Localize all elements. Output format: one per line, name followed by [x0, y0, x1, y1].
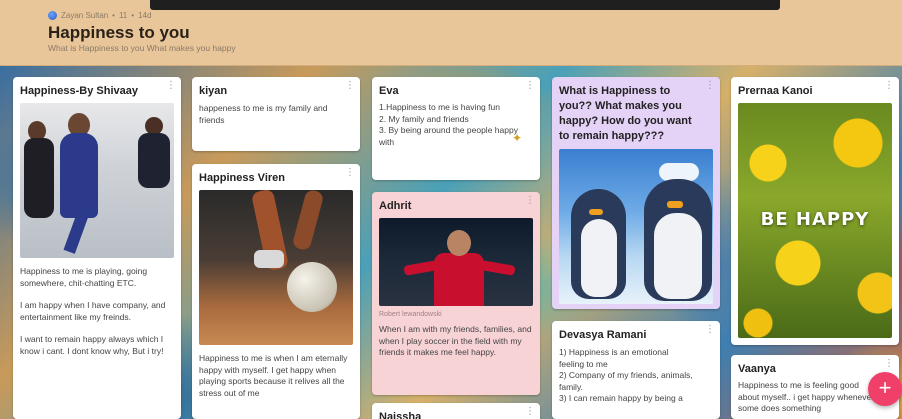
- likes-count: 11: [118, 11, 128, 20]
- post-title: What is Happiness to you?? What makes yo…: [559, 85, 692, 142]
- post-paragraph: I am happy when I have company, and ente…: [20, 300, 166, 322]
- post-title: kiyan: [199, 85, 228, 97]
- more-options-icon[interactable]: ⋮: [705, 325, 715, 335]
- post-title: Prernaa Kanoi: [738, 85, 813, 97]
- more-options-icon[interactable]: ⋮: [884, 359, 894, 369]
- post-body: happeness to me is my family and friends: [199, 103, 328, 125]
- page-title: Happiness to you: [48, 23, 190, 42]
- post-body: Happiness to me is playing, going somewh…: [13, 266, 181, 357]
- more-options-icon[interactable]: ⋮: [525, 407, 535, 417]
- post-meta: Zayan Sultan • 11 • 14d: [48, 11, 151, 20]
- post-card-devasya[interactable]: ⋮ Devasya Ramani 1) Happiness is an emot…: [552, 321, 720, 419]
- post-title: Vaanya: [738, 363, 776, 375]
- list-item: 2) Company of my friends, animals, famil…: [559, 370, 693, 392]
- post-card-question[interactable]: ⋮ What is Happiness to you?? What makes …: [552, 77, 720, 309]
- more-options-icon[interactable]: ⋮: [525, 81, 535, 91]
- meta-separator: •: [131, 11, 135, 20]
- post-image[interactable]: [559, 149, 713, 304]
- post-image[interactable]: [199, 190, 353, 345]
- post-card-viren[interactable]: ⋮ Happiness Viren Happiness to me is whe…: [192, 164, 360, 419]
- post-title: Adhrit: [379, 200, 412, 212]
- list-item: 2. My family and friends: [379, 113, 469, 124]
- more-options-icon[interactable]: ⋮: [705, 81, 715, 91]
- post-card-naissha[interactable]: ⋮ Naissha: [372, 403, 540, 419]
- more-options-icon[interactable]: ⋮: [525, 196, 535, 206]
- post-title: Happiness-By Shivaay: [20, 85, 138, 97]
- avatar[interactable]: [48, 11, 57, 20]
- list-item: 3. By being around the people happy with: [379, 125, 518, 147]
- more-options-icon[interactable]: ⋮: [884, 81, 894, 91]
- post-card-adhrit[interactable]: ⋮ Adhrit Robert lewandowski When I am wi…: [372, 192, 540, 395]
- image-caption: Robert lewandowski: [379, 311, 442, 318]
- list-item: 1.Happiness to me is having fun: [379, 102, 500, 112]
- padlet-header: Zayan Sultan • 11 • 14d Happiness to you…: [0, 0, 902, 66]
- post-body: 1) Happiness is an emotional feeling to …: [552, 347, 720, 405]
- post-body: Happiness to me is when I am eternally h…: [199, 353, 348, 398]
- top-bar: [150, 0, 780, 10]
- meta-separator: •: [112, 11, 115, 20]
- author-name[interactable]: Zayan Sultan: [61, 11, 108, 20]
- post-image[interactable]: [379, 218, 533, 306]
- page-subtitle: What is Happiness to you What makes you …: [48, 43, 236, 53]
- post-card-shivaay[interactable]: ⋮ Happiness-By Shivaay Happiness to me i…: [13, 77, 181, 419]
- list-item: 1) Happiness is an emotional feeling to …: [559, 347, 669, 369]
- post-paragraph: I want to remain happy always which I kn…: [20, 334, 164, 356]
- add-post-button[interactable]: +: [868, 372, 902, 406]
- post-title: Naissha: [379, 411, 422, 419]
- list-item: 3) I can remain happy by being a: [559, 393, 683, 403]
- post-body: When I am with my friends, families, and…: [379, 324, 532, 357]
- post-image[interactable]: [20, 103, 174, 258]
- post-title: Happiness Viren: [199, 172, 285, 184]
- post-title: Eva: [379, 85, 399, 97]
- more-options-icon[interactable]: ⋮: [166, 81, 176, 91]
- post-card-kiyan[interactable]: ⋮ kiyan happeness to me is my family and…: [192, 77, 360, 151]
- more-options-icon[interactable]: ⋮: [345, 81, 355, 91]
- sparkle-icon: ✦: [512, 131, 523, 145]
- post-image[interactable]: BE HAPPY: [738, 103, 892, 338]
- post-age: 14d: [138, 11, 152, 20]
- post-card-eva[interactable]: ⋮ Eva 1.Happiness to me is having fun 2.…: [372, 77, 540, 180]
- more-options-icon[interactable]: ⋮: [345, 168, 355, 178]
- post-card-prernaa[interactable]: ⋮ Prernaa Kanoi BE HAPPY: [731, 77, 899, 345]
- post-title: Devasya Ramani: [559, 329, 647, 341]
- post-paragraph: Happiness to me is playing, going somewh…: [20, 266, 148, 288]
- image-text: BE HAPPY: [760, 209, 870, 230]
